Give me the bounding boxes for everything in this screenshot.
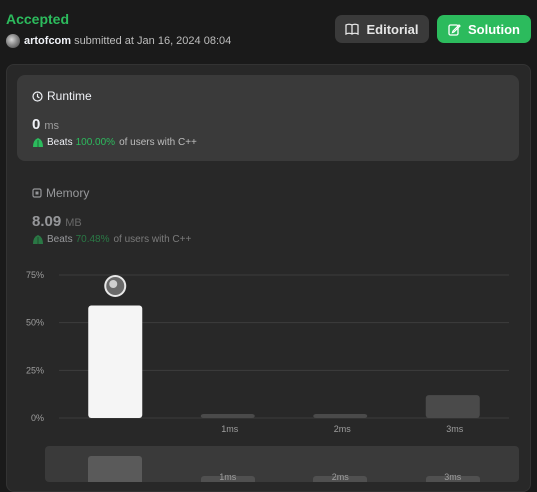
memory-unit: MB xyxy=(65,217,82,229)
runtime-beats-pct: 100.00% xyxy=(75,137,116,148)
memory-beats: Beats 70.48% of users with C++ xyxy=(32,234,191,245)
runtime-unit: ms xyxy=(44,120,60,132)
runtime-title-text: Runtime xyxy=(47,89,92,103)
username-link[interactable]: artofcom xyxy=(24,35,71,47)
range-selector[interactable]: 1ms 2ms 3ms xyxy=(45,446,519,482)
runtime-value: 0 xyxy=(32,116,41,133)
chip-icon xyxy=(32,188,42,198)
memory-beats-suffix: of users with C++ xyxy=(113,234,192,245)
memory-title-text: Memory xyxy=(46,186,90,200)
memory-value: 8.09 xyxy=(32,213,62,230)
book-icon xyxy=(345,23,360,35)
solution-button[interactable]: Solution xyxy=(437,15,531,43)
editorial-label: Editorial xyxy=(366,21,419,37)
memory-beats-pct: 70.48% xyxy=(75,234,110,245)
runtime-card[interactable]: Runtime 0 ms Beats 100.00% of users with… xyxy=(17,75,519,161)
memory-title: Memory xyxy=(32,186,89,200)
avatar[interactable] xyxy=(6,34,20,48)
runtime-title: Runtime xyxy=(32,89,92,103)
leaf-icon xyxy=(33,138,43,147)
range-tick-label: 2ms xyxy=(331,472,349,482)
runtime-beats-label: Beats xyxy=(47,137,73,148)
range-mini-bar xyxy=(88,456,143,482)
range-tick-label: 1ms xyxy=(219,472,237,482)
edit-icon xyxy=(448,23,461,36)
memory-card[interactable]: Memory 8.09 MB Beats 70.48% of users wit… xyxy=(17,172,519,258)
memory-beats-label: Beats xyxy=(47,234,73,245)
runtime-beats-suffix: of users with C++ xyxy=(119,137,197,148)
leaf-icon xyxy=(33,235,43,244)
range-tick-label: 3ms xyxy=(444,472,462,482)
status-label: Accepted xyxy=(6,11,70,27)
runtime-metric: 0 ms xyxy=(32,116,59,133)
submission-header: Accepted artofcom submitted at Jan 16, 2… xyxy=(0,0,537,60)
editorial-button[interactable]: Editorial xyxy=(335,15,429,43)
clock-icon xyxy=(32,90,43,102)
solution-label: Solution xyxy=(468,21,520,37)
submitter-line: artofcom submitted at Jan 16, 2024 08:04 xyxy=(6,34,231,48)
runtime-beats: Beats 100.00% of users with C++ xyxy=(32,137,197,148)
memory-metric: 8.09 MB xyxy=(32,213,82,230)
submitted-time: submitted at Jan 16, 2024 08:04 xyxy=(74,35,232,47)
